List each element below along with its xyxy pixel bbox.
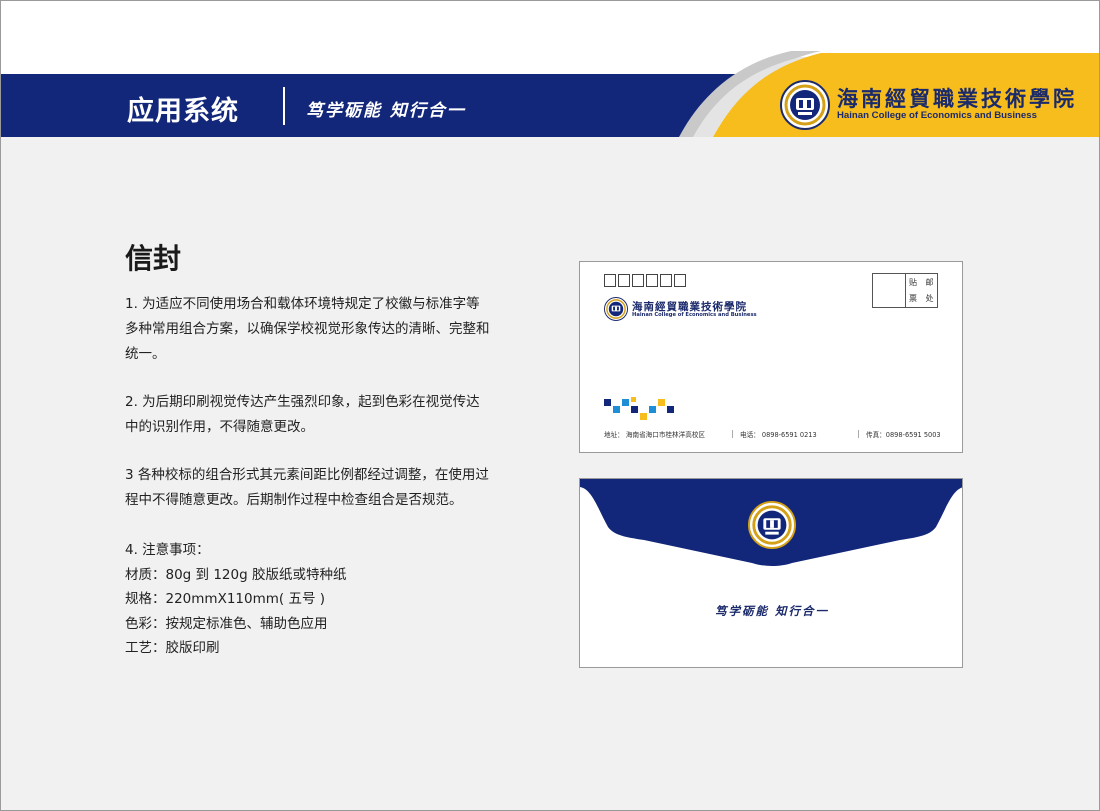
pixel-decoration xyxy=(604,397,674,420)
header-slogan: 笃学砺能 知行合一 xyxy=(306,101,466,121)
footer-separator xyxy=(858,430,859,438)
notes-size: 规格：220mmX110mm( 五号 ) xyxy=(125,591,326,607)
envelope-contact-footer: 地址： 海南省海口市桂林洋高校区 电话： 0898-6591 0213 传真：0… xyxy=(604,429,941,443)
description-paragraph-2: 2. 为后期印刷视觉传达产生强烈印象，起到色彩在视觉传达中的识别作用，不得随意更… xyxy=(125,394,480,435)
telephone-text: 电话： 0898-6591 0213 xyxy=(740,431,817,439)
stamp-label-line1: 贴 邮 xyxy=(909,278,937,287)
notes-color: 色彩：按规定标准色、辅助色应用 xyxy=(125,615,328,632)
section-title: 信封 xyxy=(125,242,182,275)
college-emblem-icon xyxy=(748,501,796,549)
notes-heading: 4. 注意事项： xyxy=(125,542,210,558)
footer-separator xyxy=(732,430,733,438)
header-brand-name-cn: 海南經貿職業技術學院 xyxy=(837,86,1077,111)
notes-list: 4. 注意事项： 材质：80g 到 120g 胶版纸或特种纸 规格：220mmX… xyxy=(125,538,346,661)
stamp-box-divider xyxy=(905,274,906,307)
postcode-box xyxy=(646,274,658,287)
notes-craft: 工艺：胶版印刷 xyxy=(125,640,220,656)
postcode-box xyxy=(632,274,644,287)
stamp-label-line2: 票 处 xyxy=(909,294,937,303)
description-paragraph-1: 1. 为适应不同使用场合和载体环境特规定了校徽与标准字等多种常用组合方案，以确保… xyxy=(125,296,490,362)
fax-text: 传真：0898-6591 5003 xyxy=(866,431,941,439)
stamp-box: 贴 邮 票 处 xyxy=(872,273,938,308)
postcode-box xyxy=(674,274,686,287)
front-brand-name-en: Hainan College of Economics and Business xyxy=(632,312,757,318)
envelope-back: 笃学砺能 知行合一 xyxy=(579,478,963,668)
address-text: 地址： 海南省海口市桂林洋高校区 xyxy=(604,431,706,439)
college-emblem-icon xyxy=(780,80,830,130)
header-divider xyxy=(283,87,285,125)
description-paragraph-3: 3 各种校标的组合形式其元素间距比例都经过调整，在使用过程中不得随意更改。后期制… xyxy=(125,467,489,508)
postcode-box xyxy=(604,274,616,287)
page: 应用系统 笃学砺能 知行合一 海南經貿職業技術學院 Hainan College… xyxy=(0,0,1100,811)
back-slogan: 笃学砺能 知行合一 xyxy=(714,604,829,618)
postcode-boxes xyxy=(604,274,686,287)
postcode-box xyxy=(660,274,672,287)
header-title: 应用系统 xyxy=(127,96,239,127)
college-emblem-icon xyxy=(604,297,628,321)
header-brand-name-en: Hainan College of Economics and Business xyxy=(837,110,1037,121)
notes-material: 材质：80g 到 120g 胶版纸或特种纸 xyxy=(125,566,347,583)
envelope-front: 贴 邮 票 处 海南經貿職業技術學院 Hainan College of Eco… xyxy=(579,261,963,453)
postcode-box xyxy=(618,274,630,287)
